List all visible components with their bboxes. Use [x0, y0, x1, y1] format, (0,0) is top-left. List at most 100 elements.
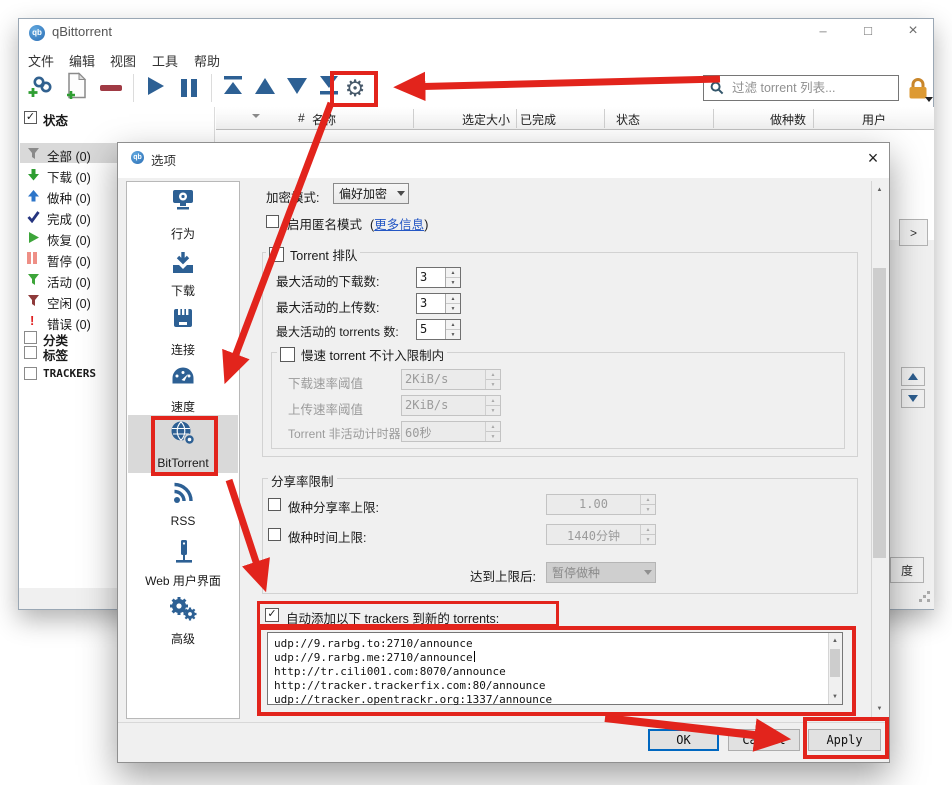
options-button[interactable]: [342, 74, 368, 102]
col-number[interactable]: #: [298, 111, 305, 125]
textarea-scrollbar-thumb[interactable]: [830, 649, 840, 677]
resize-grip[interactable]: [919, 599, 922, 602]
ok-button[interactable]: OK: [648, 729, 719, 751]
seed-ratio-checkbox[interactable]: [268, 498, 281, 511]
menu-edit[interactable]: 编辑: [69, 51, 95, 70]
tracker-url: http://tracker.trackerfix.com:80/announc…: [274, 679, 546, 693]
move-top-button[interactable]: [221, 77, 245, 99]
menu-tools[interactable]: 工具: [152, 51, 178, 70]
col-status[interactable]: 状态: [616, 111, 640, 128]
queueing-checkbox[interactable]: [269, 247, 284, 262]
reach-limit-label: 达到上限后:: [430, 566, 536, 585]
move-down-button[interactable]: [285, 78, 309, 98]
menu-file[interactable]: 文件: [28, 51, 54, 70]
spin-down-icon[interactable]: [446, 304, 460, 313]
col-size[interactable]: 选定大小: [410, 111, 510, 128]
filter-completed[interactable]: 完成 (0): [47, 209, 91, 228]
cancel-button[interactable]: Cancel: [728, 729, 800, 751]
nav-connection[interactable]: 连接: [126, 341, 240, 358]
slow-torrent-checkbox[interactable]: [280, 347, 295, 362]
encryption-select[interactable]: 偏好加密: [333, 183, 409, 204]
nav-behavior[interactable]: 行为: [126, 225, 240, 242]
move-bottom-button[interactable]: [317, 77, 341, 99]
nav-downloads[interactable]: 下载: [126, 282, 240, 299]
delete-torrent-button[interactable]: [99, 78, 123, 98]
filter-resumed[interactable]: 恢复 (0): [47, 230, 91, 249]
max-downloads-spinner[interactable]: 3: [416, 267, 461, 288]
dialog-close-icon[interactable]: [862, 148, 884, 170]
speed-tab-partial[interactable]: 度: [890, 557, 924, 583]
tags-header[interactable]: 标签: [43, 345, 68, 364]
maximize-icon[interactable]: [853, 20, 883, 42]
nav-speed-icon: [170, 365, 196, 387]
scroll-up-icon[interactable]: [872, 182, 887, 198]
filter-paused[interactable]: 暂停 (0): [47, 251, 91, 270]
resume-button[interactable]: [143, 76, 167, 100]
trackers-checkbox[interactable]: [24, 367, 37, 380]
spin-up-icon[interactable]: [446, 320, 460, 330]
pause-button[interactable]: [177, 76, 201, 100]
scroll-up-icon[interactable]: [829, 634, 841, 647]
spin-down-icon[interactable]: [446, 330, 460, 339]
anonymous-mode-checkbox[interactable]: [266, 215, 279, 228]
trackers-header[interactable]: TRACKERS: [43, 367, 96, 380]
seed-ratio-label: 做种分享率上限:: [288, 497, 379, 516]
add-torrent-file-button[interactable]: [64, 74, 88, 102]
auto-add-trackers-checkbox[interactable]: [265, 608, 279, 622]
priority-down-button[interactable]: [901, 389, 925, 408]
more-info-link[interactable]: 更多信息: [374, 218, 424, 232]
menu-view[interactable]: 视图: [110, 51, 136, 70]
priority-up-button[interactable]: [901, 367, 925, 386]
minimize-icon[interactable]: [808, 20, 838, 42]
column-chooser-icon[interactable]: [252, 114, 260, 118]
categories-checkbox[interactable]: [24, 331, 37, 344]
close-icon[interactable]: [898, 20, 928, 42]
filter-seeding[interactable]: 做种 (0): [47, 188, 91, 207]
nav-advanced[interactable]: 高级: [126, 630, 240, 647]
nav-speed[interactable]: 速度: [126, 398, 240, 415]
reach-limit-select: 暂停做种: [546, 562, 656, 583]
filter-inactive[interactable]: 空闲 (0): [47, 293, 91, 312]
col-done[interactable]: 已完成: [520, 111, 556, 128]
nav-rss[interactable]: RSS: [126, 514, 240, 528]
queueing-legend: Torrent 排队: [266, 245, 360, 264]
nav-rss-icon: [172, 482, 196, 504]
scroll-down-icon[interactable]: [829, 690, 841, 703]
spin-down-icon[interactable]: [446, 278, 460, 287]
scroll-down-icon[interactable]: [872, 701, 887, 717]
app-logo: qb: [29, 25, 45, 41]
spin-up-icon[interactable]: [446, 294, 460, 304]
up-triangle-icon: [908, 373, 918, 380]
move-top-icon: [222, 75, 244, 101]
col-user[interactable]: 用户: [786, 111, 886, 128]
apply-button[interactable]: Apply: [808, 729, 881, 751]
dl-threshold-spinner: 2KiB/s: [401, 369, 501, 390]
seed-time-label: 做种时间上限:: [288, 527, 366, 546]
filter-all[interactable]: 全部 (0): [47, 146, 91, 165]
seed-time-checkbox[interactable]: [268, 528, 281, 541]
status-checkbox[interactable]: [24, 111, 37, 124]
status-header: 状态: [43, 110, 68, 129]
filter-paused-icon: [27, 252, 37, 264]
search-input[interactable]: [730, 80, 895, 96]
nav-webui[interactable]: Web 用户界面: [126, 572, 240, 589]
max-uploads-spinner[interactable]: 3: [416, 293, 461, 314]
collapse-panel-button[interactable]: >: [899, 219, 928, 246]
dialog-scrollbar-thumb[interactable]: [873, 268, 886, 558]
tracker-url: http://tr.cili001.com:8070/announce: [274, 665, 506, 679]
col-name[interactable]: 名称: [312, 111, 336, 128]
ul-threshold-label: 上传速率阈值: [288, 399, 363, 418]
spin-up-icon[interactable]: [446, 268, 460, 278]
filter-downloading[interactable]: 下载 (0): [47, 167, 91, 186]
tags-checkbox[interactable]: [24, 346, 37, 359]
filter-active[interactable]: 活动 (0): [47, 272, 91, 291]
nav-bittorrent[interactable]: BitTorrent: [126, 456, 240, 470]
lock-dropdown-caret[interactable]: [925, 97, 933, 102]
move-up-button[interactable]: [253, 78, 277, 98]
max-torrents-spinner[interactable]: 5: [416, 319, 461, 340]
menu-help[interactable]: 帮助: [194, 51, 220, 70]
move-down-icon: [286, 77, 308, 100]
add-torrent-link-button[interactable]: [27, 75, 54, 101]
move-up-icon: [254, 77, 276, 100]
torrent-filter-search[interactable]: [703, 75, 899, 101]
